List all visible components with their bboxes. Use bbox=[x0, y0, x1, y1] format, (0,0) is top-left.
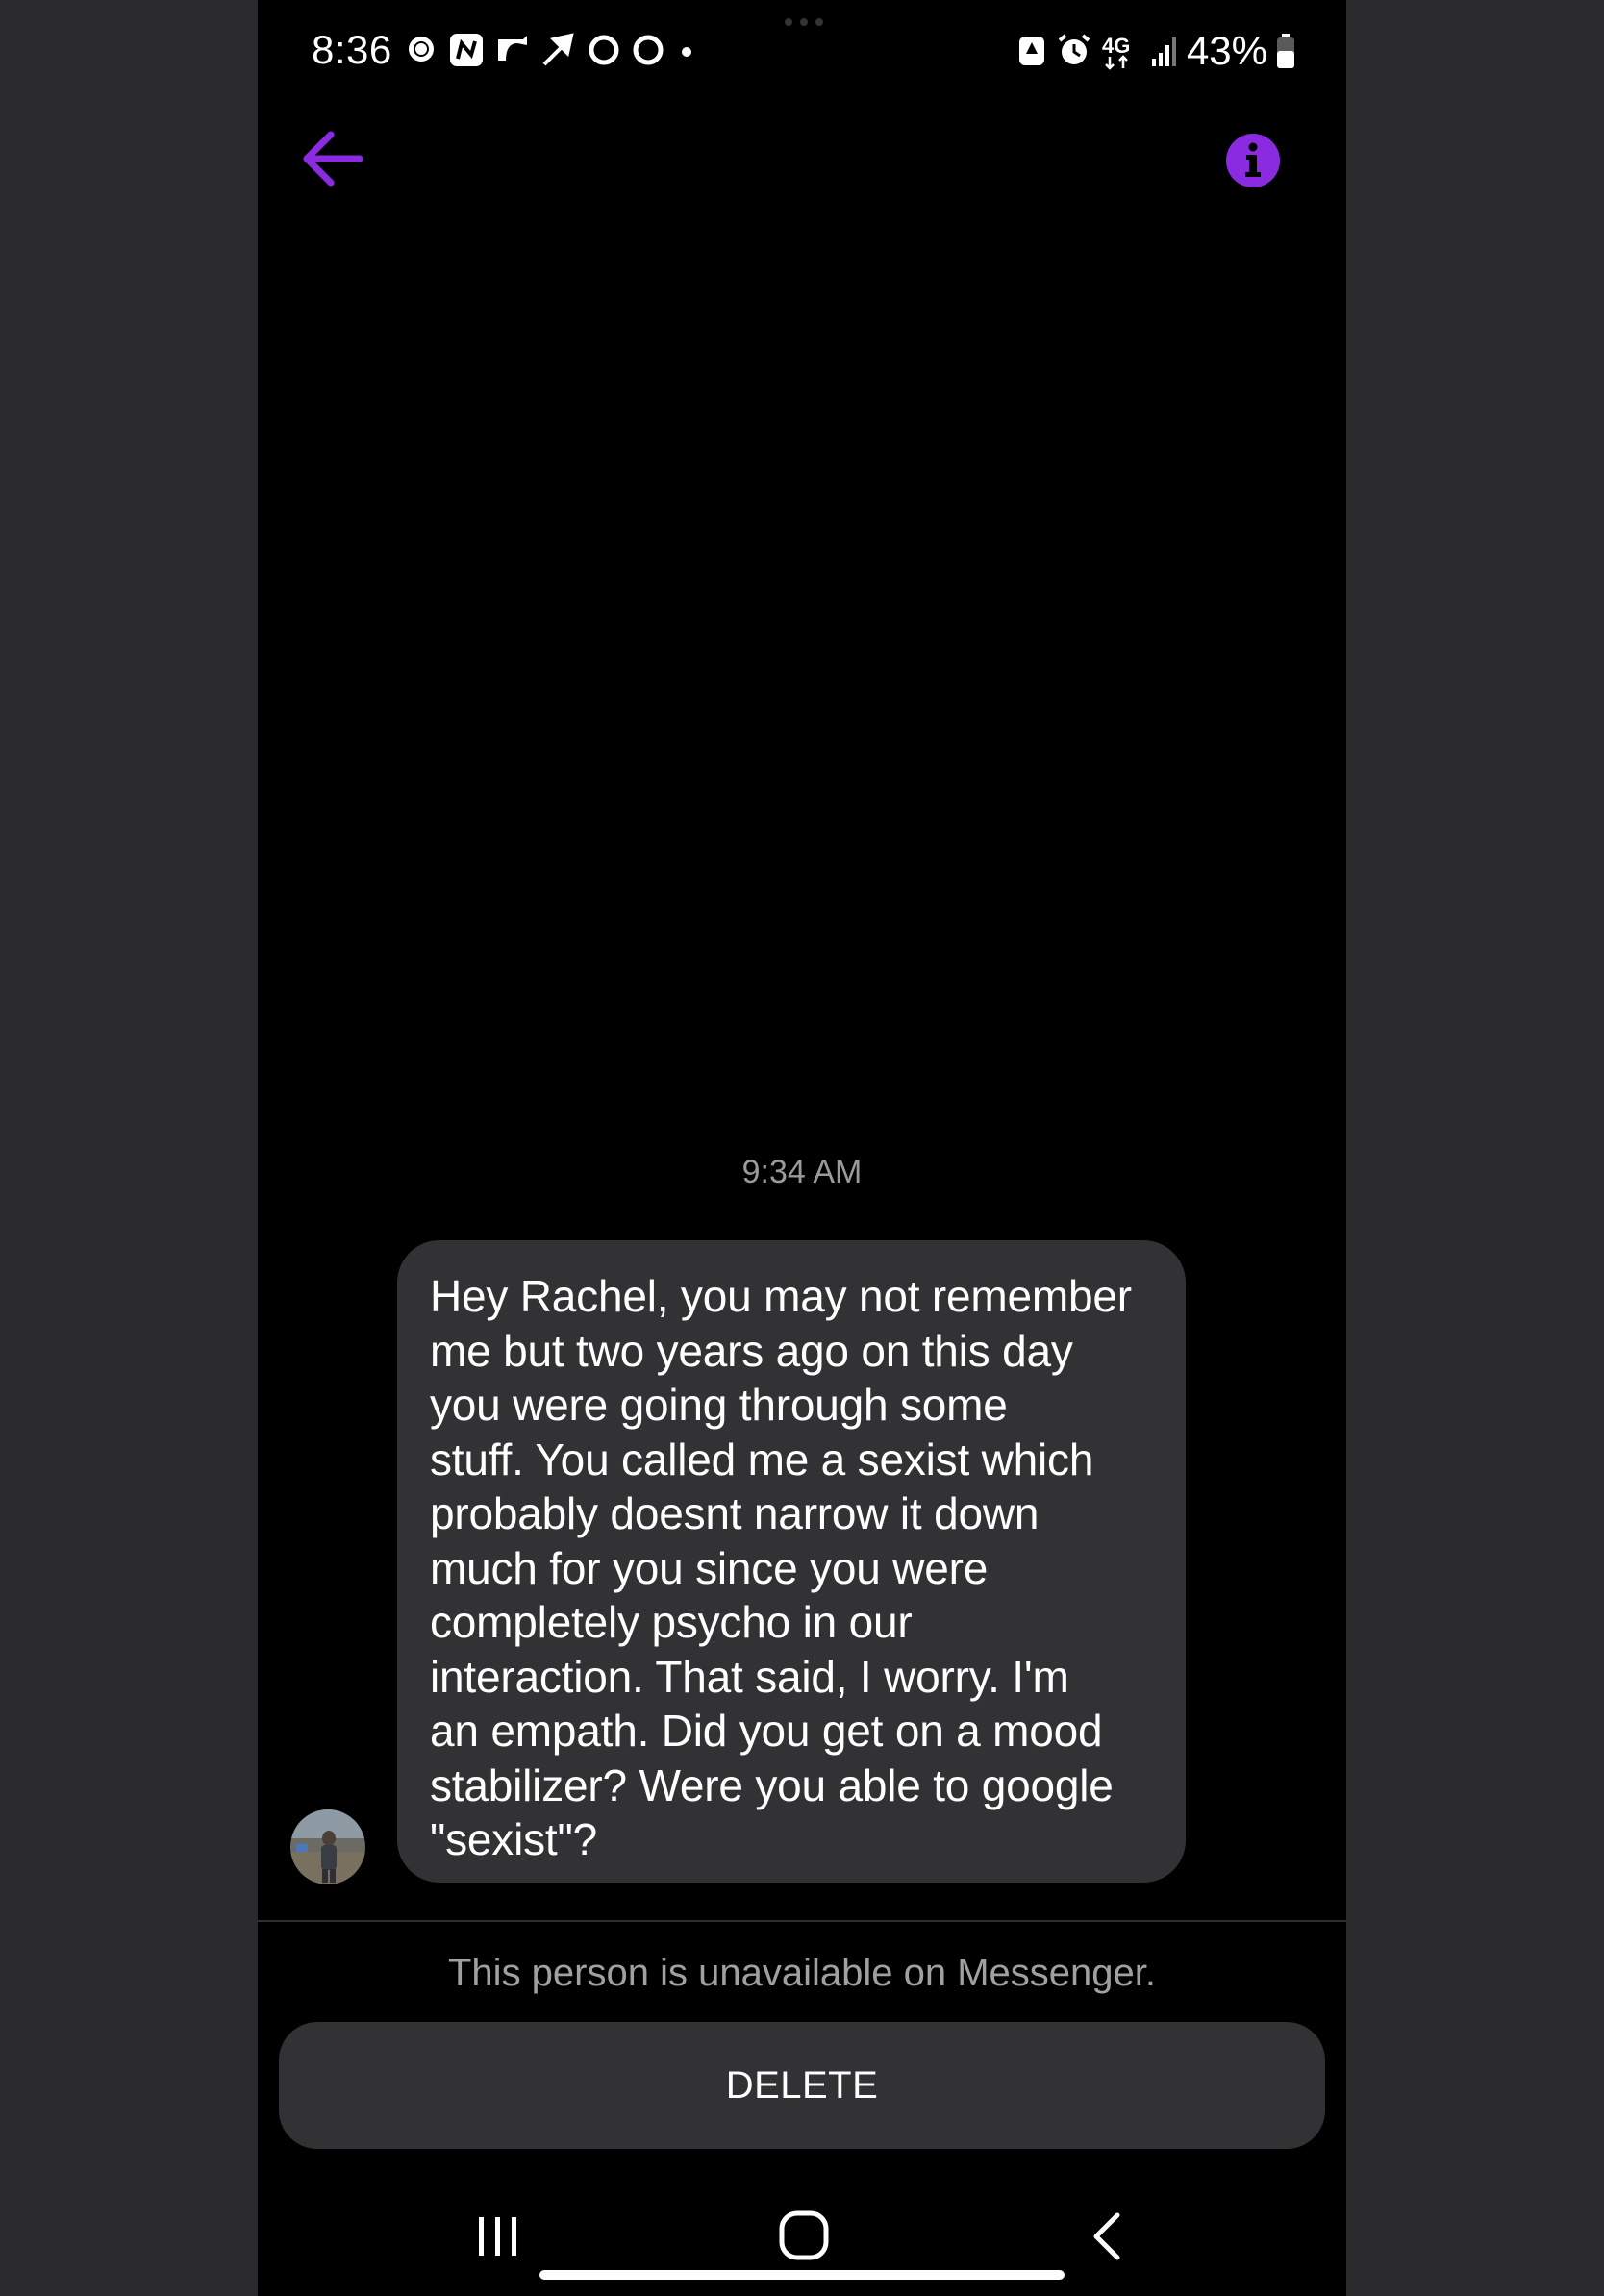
ring-icon bbox=[633, 35, 664, 65]
battery-saver-icon bbox=[1018, 37, 1044, 65]
message-text: Hey Rachel, you may not remember me but … bbox=[430, 1271, 1132, 1864]
app-curve-icon bbox=[498, 36, 527, 61]
delete-button[interactable]: DELETE bbox=[279, 2022, 1325, 2149]
unavailable-notice: This person is unavailable on Messenger. bbox=[448, 1952, 1156, 1994]
send-arrow-icon bbox=[542, 33, 574, 66]
message-timestamp: 9:34 AM bbox=[741, 1154, 863, 1190]
status-time: 8:36 bbox=[312, 27, 392, 72]
incoming-message-bubble[interactable]: Hey Rachel, you may not remember me but … bbox=[397, 1240, 1186, 1883]
back-chevron-icon[interactable] bbox=[1087, 2209, 1125, 2263]
battery-percent: 43% bbox=[1186, 28, 1267, 73]
info-icon[interactable] bbox=[1225, 133, 1281, 188]
network-4g-icon: 4G bbox=[1102, 34, 1130, 70]
back-arrow-icon[interactable] bbox=[300, 129, 365, 188]
svg-text:4G: 4G bbox=[1102, 34, 1130, 58]
home-indicator[interactable] bbox=[539, 2270, 1065, 2280]
system-status: 4G 43% bbox=[1015, 27, 1296, 75]
ring-icon bbox=[589, 35, 619, 65]
drag-handle-icon bbox=[785, 18, 823, 26]
status-bar: 8:36 4G 43% bbox=[258, 0, 1346, 106]
avatar-photo-icon bbox=[290, 1809, 365, 1884]
alarm-icon bbox=[1058, 34, 1090, 64]
more-notifications-dot-icon bbox=[682, 47, 691, 57]
phone-screen: 8:36 4G 43% 9:34 AM Hey Rachel, you may … bbox=[258, 0, 1346, 2296]
signal-strength-icon bbox=[1151, 37, 1176, 66]
sender-avatar[interactable] bbox=[290, 1809, 365, 1884]
notification-icons bbox=[404, 29, 698, 71]
battery-icon bbox=[1277, 34, 1294, 68]
app-n-icon bbox=[450, 34, 483, 66]
home-icon[interactable] bbox=[777, 2209, 831, 2262]
recent-apps-icon[interactable] bbox=[474, 2211, 522, 2261]
chat-bubble-icon bbox=[409, 37, 434, 62]
divider bbox=[258, 1920, 1346, 1922]
